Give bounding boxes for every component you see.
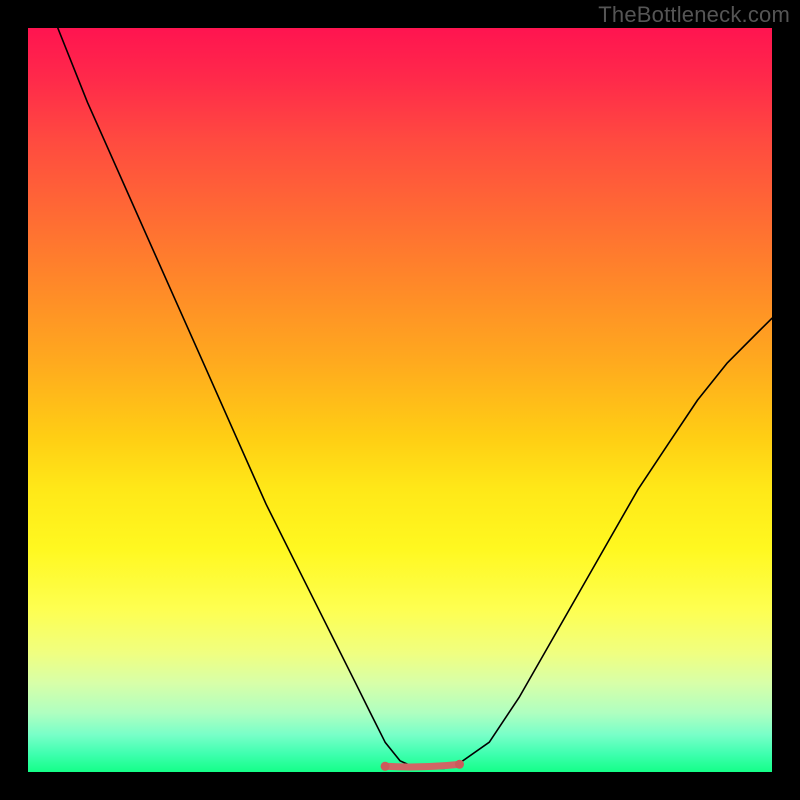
bottleneck-curve (58, 28, 772, 768)
trough-end-dot-right (455, 760, 464, 769)
curve-layer (28, 28, 772, 772)
trough-end-dot-left (381, 762, 390, 771)
watermark-text: TheBottleneck.com (598, 2, 790, 28)
chart-area (28, 28, 772, 772)
trough-highlight (385, 764, 459, 767)
